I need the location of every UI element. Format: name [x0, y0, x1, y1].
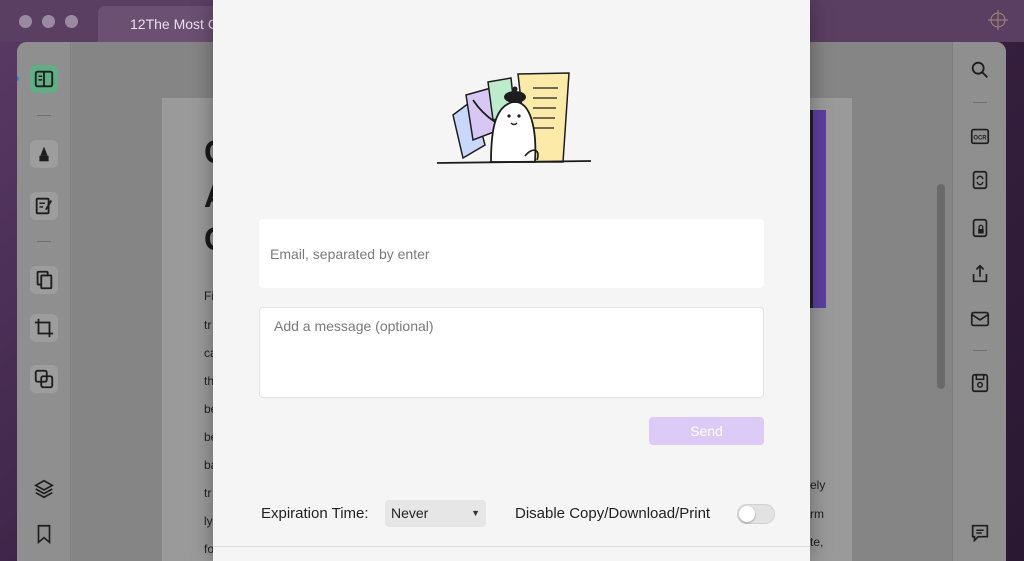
email-field[interactable] [270, 230, 753, 277]
share-icon[interactable] [966, 260, 994, 288]
doc-text-fragment: ly [204, 514, 213, 528]
disable-copy-label: Disable Copy/Download/Print [515, 505, 711, 522]
brand-logo-icon [988, 10, 1008, 30]
convert-sync-icon[interactable] [966, 166, 994, 194]
close-window-button[interactable] [19, 15, 32, 28]
save-icon[interactable] [966, 369, 994, 397]
comment-icon[interactable] [966, 519, 994, 547]
minimize-window-button[interactable] [42, 15, 55, 28]
share-options-row: Expiration Time: Never ▼ Disable Copy/Do… [213, 500, 810, 528]
ocr-icon[interactable]: OCR [966, 122, 994, 150]
highlighter-icon[interactable] [30, 140, 58, 168]
organize-pages-icon[interactable] [30, 266, 58, 294]
expiration-time-label: Expiration Time: [261, 505, 369, 522]
crop-icon[interactable] [30, 314, 58, 342]
message-field[interactable] [274, 318, 749, 387]
protect-icon[interactable] [966, 214, 994, 242]
svg-text:OCR: OCR [973, 136, 987, 142]
share-dialog: Send Expiration Time: Never ▼ Disable Co… [213, 0, 810, 561]
search-icon[interactable] [966, 56, 994, 84]
send-button[interactable]: Send [649, 417, 764, 445]
bookmark-icon[interactable] [30, 520, 58, 548]
vertical-scrollbar[interactable] [937, 184, 945, 389]
doc-text-fragment: tr [204, 318, 212, 332]
disable-copy-toggle[interactable] [737, 504, 775, 524]
toolbar-divider [37, 115, 51, 116]
doc-text-fragment: tr [204, 486, 212, 500]
email-field-container [259, 219, 764, 288]
doc-text-fragment: rm [810, 507, 824, 521]
mail-icon[interactable] [966, 305, 994, 333]
doc-image-fragment [810, 110, 826, 308]
doc-text-fragment: te, [810, 535, 824, 549]
expiration-time-select[interactable]: Never ▼ [385, 500, 486, 527]
expiration-time-value: Never [391, 505, 429, 521]
zoom-window-button[interactable] [65, 15, 78, 28]
toggle-knob [739, 506, 755, 522]
left-toolbar [17, 42, 71, 561]
message-field-container [259, 307, 764, 398]
caret-down-icon: ▼ [471, 508, 480, 518]
doc-text-fragment: ely [810, 478, 826, 492]
right-toolbar: OCR [952, 42, 1006, 561]
convert-icon[interactable] [30, 365, 58, 393]
active-indicator [17, 76, 19, 81]
dialog-divider [213, 546, 810, 547]
toolbar-divider [37, 241, 51, 242]
edit-icon[interactable] [30, 192, 58, 220]
toolbar-divider [973, 102, 987, 103]
toolbar-divider [973, 350, 987, 351]
share-illustration [436, 72, 592, 164]
reader-icon[interactable] [30, 65, 58, 93]
layers-icon[interactable] [30, 475, 58, 503]
